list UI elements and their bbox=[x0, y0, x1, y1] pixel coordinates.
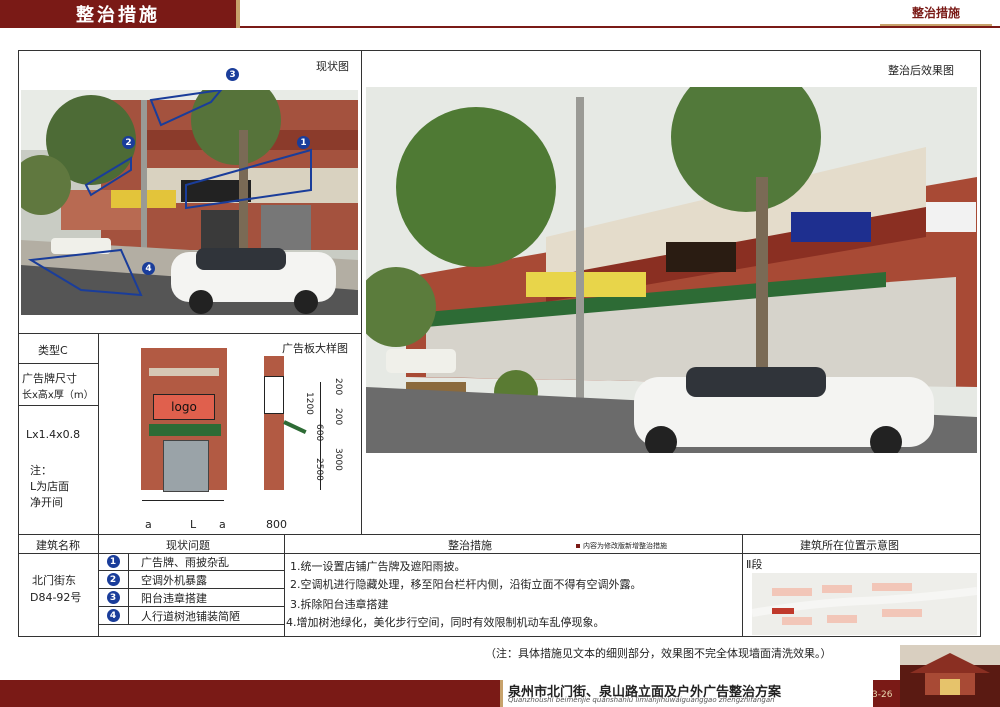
issue-number: 3 bbox=[106, 591, 120, 604]
page-number: 3-26 bbox=[872, 690, 893, 700]
legend-note-text: 内容为修改版新增整治措施 bbox=[583, 542, 667, 550]
spec-divider bbox=[18, 405, 98, 406]
location-map-illustration bbox=[751, 573, 978, 635]
dimension-value: 600 bbox=[314, 424, 324, 442]
table-header-issues: 现状问题 bbox=[166, 539, 210, 552]
issue-number: 1 bbox=[106, 555, 120, 568]
current-state-illustration bbox=[21, 90, 358, 315]
dimension-line bbox=[142, 500, 224, 501]
renovation-illustration bbox=[366, 87, 977, 453]
issue-text: 人行道树池铺装简陋 bbox=[128, 607, 284, 624]
issue-text: 阳台违章搭建 bbox=[128, 589, 284, 606]
footer-subtitle: Quanzhoushi beimenjie quanshanlu limianj… bbox=[508, 696, 775, 704]
spec-divider bbox=[18, 363, 98, 364]
renovation-rendering-photo bbox=[366, 87, 977, 453]
table-divider bbox=[284, 534, 285, 637]
spec-divider bbox=[98, 333, 99, 534]
table-header-building: 建筑名称 bbox=[36, 539, 80, 552]
section-sign bbox=[264, 376, 284, 414]
spec-type: 类型C bbox=[38, 344, 68, 357]
dimension-label: L bbox=[190, 518, 197, 531]
table-header-location: 建筑所在位置示意图 bbox=[800, 539, 899, 552]
issue-text: 广告牌、雨披杂乱 bbox=[128, 553, 284, 570]
legend-note: 内容为修改版新增整治措施 bbox=[576, 541, 667, 551]
spec-note-label: 注： bbox=[30, 464, 52, 477]
dimension-value: 200 bbox=[333, 378, 343, 396]
header-right-title: 整治措施 bbox=[880, 4, 992, 26]
issue-text: 空调外机暴露 bbox=[128, 571, 284, 588]
dimension-value: 200 bbox=[333, 408, 343, 426]
spec-size-value: Lx1.4x0.8 bbox=[26, 428, 81, 441]
dimension-value: 1200 bbox=[304, 392, 314, 415]
dimension-label: a bbox=[145, 518, 152, 531]
dimension-value: 800 bbox=[266, 518, 287, 531]
issue-number: 4 bbox=[106, 609, 120, 622]
right-photo-caption: 整治后效果图 bbox=[888, 64, 954, 77]
spec-note-text: L为店面 bbox=[30, 480, 70, 493]
measure-item: 3.拆除阳台违章搭建 bbox=[290, 598, 389, 611]
list-item: 2 空调外机暴露 bbox=[98, 571, 284, 589]
remark-text: （注：具体措施见文本的细则部分，效果图不完全体现墙面清洗效果。） bbox=[485, 647, 832, 660]
list-item: 1 广告牌、雨披杂乱 bbox=[98, 553, 284, 571]
table-divider bbox=[742, 534, 743, 637]
dimension-label: a bbox=[219, 518, 226, 531]
table-header-measures: 整治措施 bbox=[448, 539, 492, 552]
current-state-photo bbox=[21, 90, 358, 315]
marker-badge: 4 bbox=[142, 262, 155, 275]
legend-marker-icon bbox=[576, 544, 580, 548]
measure-item: 1.统一设置店铺广告牌及遮阳雨披。 bbox=[290, 560, 466, 573]
issue-number: 2 bbox=[106, 573, 120, 586]
measure-item: 4.增加树池绿化，美化步行空间，同时有效限制机动车乱停现象。 bbox=[286, 616, 605, 629]
logo-sign: logo bbox=[153, 394, 215, 420]
spec-size-unit: 长x高x厚（m） bbox=[22, 390, 94, 401]
dimension-value: 3000 bbox=[333, 448, 343, 471]
spec-note-text: 净开间 bbox=[30, 496, 63, 509]
marker-badge: 3 bbox=[226, 68, 239, 81]
frame-divider bbox=[18, 333, 361, 334]
pagoda-illustration bbox=[900, 645, 1000, 707]
building-name: 北门街东 bbox=[32, 574, 76, 587]
building-code: D84-92号 bbox=[30, 591, 82, 604]
measure-item: 2.空调机进行隐藏处理，移至阳台栏杆内侧，沿街立面不得有空调外露。 bbox=[290, 578, 642, 591]
frame-divider bbox=[361, 50, 362, 534]
footer-corner-image bbox=[900, 645, 1000, 707]
list-item: 4 人行道树池铺装简陋 bbox=[98, 607, 284, 625]
dimension-value: 2500 bbox=[314, 458, 324, 481]
header-title: 整治措施 bbox=[0, 0, 240, 28]
left-photo-caption: 现状图 bbox=[316, 60, 349, 73]
location-map bbox=[751, 573, 978, 635]
frame-divider bbox=[18, 534, 981, 535]
marker-badge: 2 bbox=[122, 136, 135, 149]
spec-size-label: 广告牌尺寸 bbox=[22, 372, 77, 385]
sample-title: 广告板大样图 bbox=[282, 342, 348, 355]
header-rule bbox=[240, 26, 1000, 28]
location-section-label: Ⅱ段 bbox=[746, 558, 763, 571]
marker-badge: 1 bbox=[297, 136, 310, 149]
storefront-elevation: logo bbox=[141, 348, 227, 492]
list-item: 3 阳台违章搭建 bbox=[98, 589, 284, 607]
